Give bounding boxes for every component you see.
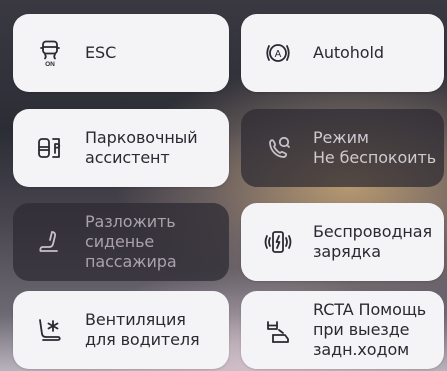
autohold-a-text: A [275, 49, 282, 60]
passenger-seat-recline-label: Разложить сиденье пассажира [85, 212, 177, 271]
parking-assist-label: Парковочный ассистент [85, 128, 198, 167]
do-not-disturb-label: Режим Не беспокоить [313, 128, 437, 167]
autohold-toggle[interactable]: A Autohold [241, 14, 444, 92]
driver-seat-ventilation-icon [35, 315, 65, 345]
rcta-label: RCTA Помощь при выезде задн.ходом [313, 300, 427, 359]
do-not-disturb-toggle[interactable]: Режим Не беспокоить [241, 109, 444, 187]
passenger-seat-recline-icon [35, 227, 65, 257]
autohold-label: Autohold [313, 43, 384, 62]
wireless-charging-label: Беспроводная зарядка [313, 222, 432, 261]
esc-label: ESC [85, 43, 117, 62]
esc-off-icon: ON [35, 38, 65, 68]
parking-assist-toggle[interactable]: Парковочный ассистент [13, 109, 229, 187]
rcta-toggle[interactable]: RCTA Помощь при выезде задн.ходом [241, 291, 444, 369]
wireless-charging-icon [263, 227, 293, 257]
rear-cross-traffic-alert-icon [263, 315, 293, 345]
driver-seat-ventilation-toggle[interactable]: Вентиляция для водителя [13, 291, 229, 369]
esc-toggle[interactable]: ON ESC [13, 14, 229, 92]
autohold-icon: A [263, 38, 293, 68]
driver-seat-ventilation-label: Вентиляция для водителя [85, 310, 200, 349]
passenger-seat-recline-toggle[interactable]: Разложить сиденье пассажира [13, 203, 229, 281]
parking-assist-icon [35, 133, 65, 163]
esc-on-text: ON [45, 61, 55, 68]
do-not-disturb-phone-icon [263, 133, 293, 163]
wireless-charging-toggle[interactable]: Беспроводная зарядка [241, 203, 444, 281]
